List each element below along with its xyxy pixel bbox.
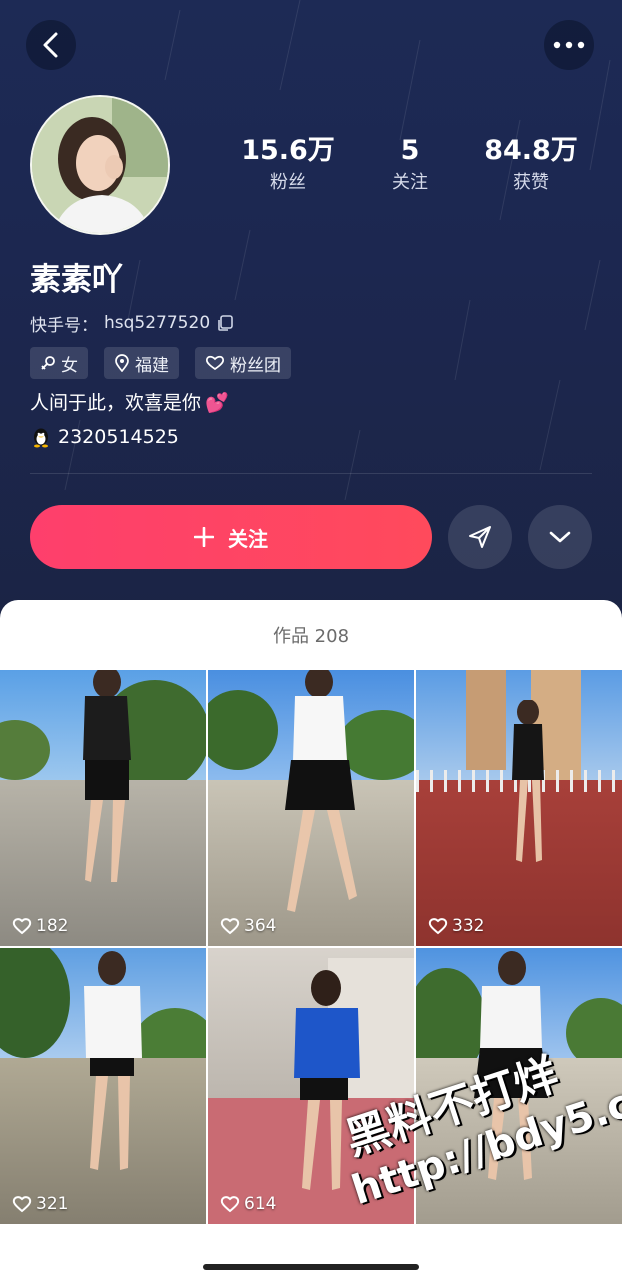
like-count-value: 182 [36, 916, 69, 936]
heart-icon [12, 918, 32, 935]
follow-label: 关注 [228, 526, 268, 551]
tag-label: 女 [61, 355, 78, 376]
profile-tags: 女 福建 粉丝团 [30, 347, 291, 379]
share-button[interactable] [448, 505, 512, 569]
tag-gender[interactable]: 女 [30, 347, 88, 379]
fan-group-icon [205, 355, 225, 371]
video-thumbnail[interactable]: 182 [0, 670, 206, 946]
stat-following[interactable]: 5 关注 [350, 134, 470, 196]
back-button[interactable] [26, 20, 76, 70]
heart-icon [220, 1196, 240, 1213]
divider [30, 473, 592, 474]
home-indicator[interactable] [203, 1264, 419, 1270]
profile-header: 15.6万 粉丝 5 关注 84.8万 获赞 素素吖 快手号： hsq52775… [0, 0, 622, 640]
kuaishou-id-label: 快手号： [30, 315, 98, 336]
heart-icon [428, 918, 448, 935]
stat-value: 15.6万 [241, 135, 335, 166]
female-icon [41, 356, 55, 370]
follow-button[interactable]: 关注 [30, 505, 432, 569]
send-icon [469, 526, 491, 548]
more-dots-icon [553, 41, 585, 49]
qq-penguin-icon [34, 428, 48, 448]
tag-location[interactable]: 福建 [104, 347, 179, 379]
bio-text: 人间于此，欢喜是你 [30, 392, 202, 414]
expand-button[interactable] [528, 505, 592, 569]
like-count-value: 364 [244, 916, 277, 936]
stat-label: 获赞 [513, 172, 549, 193]
like-count-value: 614 [244, 1194, 277, 1214]
like-count-value: 321 [36, 1194, 69, 1214]
location-pin-icon [115, 354, 129, 372]
like-count: 614 [220, 1194, 276, 1214]
like-count: 364 [220, 916, 276, 936]
video-thumbnail[interactable]: 332 [416, 670, 622, 946]
more-button[interactable] [544, 20, 594, 70]
stat-label: 粉丝 [270, 172, 306, 193]
video-thumbnail[interactable]: 364 [208, 670, 414, 946]
two-hearts-emoji: 💕 [205, 392, 229, 414]
like-count: 332 [428, 916, 484, 936]
like-count: 321 [12, 1194, 68, 1214]
profile-qq: 2320514525 [30, 423, 179, 451]
kuaishou-id-value: hsq5277520 [104, 313, 211, 333]
tag-fan-group[interactable]: 粉丝团 [195, 347, 291, 379]
plus-icon [194, 527, 214, 547]
copy-icon[interactable] [216, 314, 234, 332]
video-thumbnail[interactable]: 321 [0, 948, 206, 1224]
stat-likes[interactable]: 84.8万 获赞 [471, 134, 591, 196]
qq-number: 2320514525 [58, 426, 179, 448]
like-count-value: 332 [452, 916, 485, 936]
chevron-down-icon [549, 531, 571, 543]
profile-name: 素素吖 [30, 262, 123, 298]
chevron-left-icon [43, 32, 58, 58]
stat-value: 84.8万 [484, 135, 578, 166]
tag-label: 粉丝团 [230, 355, 281, 376]
stat-fans[interactable]: 15.6万 粉丝 [228, 134, 348, 196]
tab-works[interactable]: 作品 208 [0, 622, 622, 648]
heart-icon [12, 1196, 32, 1213]
avatar[interactable] [30, 95, 170, 235]
tag-label: 福建 [135, 355, 169, 376]
heart-icon [220, 918, 240, 935]
avatar-photo [32, 97, 168, 233]
stat-value: 5 [400, 135, 420, 166]
stat-label: 关注 [392, 172, 428, 193]
kuaishou-id: 快手号： hsq5277520 [30, 311, 234, 336]
works-panel: 作品 208 182 364 332 321 614 [0, 600, 622, 1280]
profile-bio: 人间于此，欢喜是你 💕 [30, 389, 229, 417]
like-count: 182 [12, 916, 68, 936]
